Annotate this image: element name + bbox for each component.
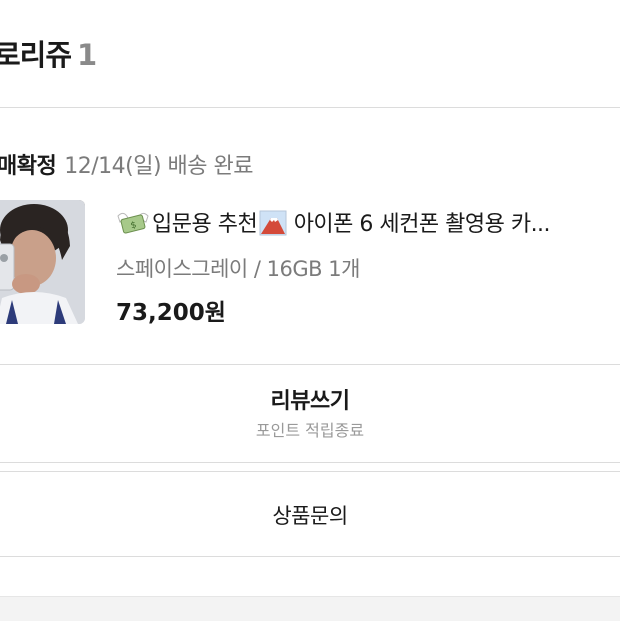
store-item-count: 1	[77, 38, 97, 72]
section-gap	[0, 463, 620, 471]
write-review-label: 리뷰쓰기	[270, 389, 350, 414]
product-inquiry-label: 상품문의	[272, 504, 348, 528]
order-status-line: 매확정 12/14(일) 배송 완료	[0, 148, 253, 180]
store-name: 로리쥬	[0, 38, 72, 72]
product-option: 스페이스그레이 / 16GB 1개	[116, 257, 360, 281]
mount-fuji-icon	[259, 210, 287, 236]
order-status-label: 매확정	[0, 154, 57, 179]
product-name[interactable]: $ 입문용 추천 아이폰 6 세컨폰 촬영용 카...	[116, 206, 616, 238]
review-points-note: 포인트 적립종료	[255, 421, 365, 440]
store-title[interactable]: 로리쥬 1	[0, 32, 97, 74]
product-inquiry-button[interactable]: 상품문의	[0, 471, 620, 557]
product-thumbnail[interactable]	[0, 200, 85, 324]
money-with-wings-icon: $	[116, 210, 150, 236]
delivery-date: 12/14(일) 배송 완료	[64, 154, 253, 179]
product-price: 73,200원	[116, 300, 226, 326]
store-header: 로리쥬 1	[0, 0, 620, 108]
bottom-divider-band	[0, 596, 620, 621]
product-name-part2: 아이폰 6 세컨폰 촬영용 카...	[287, 212, 551, 237]
order-card: 매확정 12/14(일) 배송 완료 $ 입문용 추천 아이폰 6 세컨폰 촬영…	[0, 108, 620, 365]
write-review-button[interactable]: 리뷰쓰기 포인트 적립종료	[0, 365, 620, 463]
product-name-part1: 입문용 추천	[152, 212, 258, 237]
